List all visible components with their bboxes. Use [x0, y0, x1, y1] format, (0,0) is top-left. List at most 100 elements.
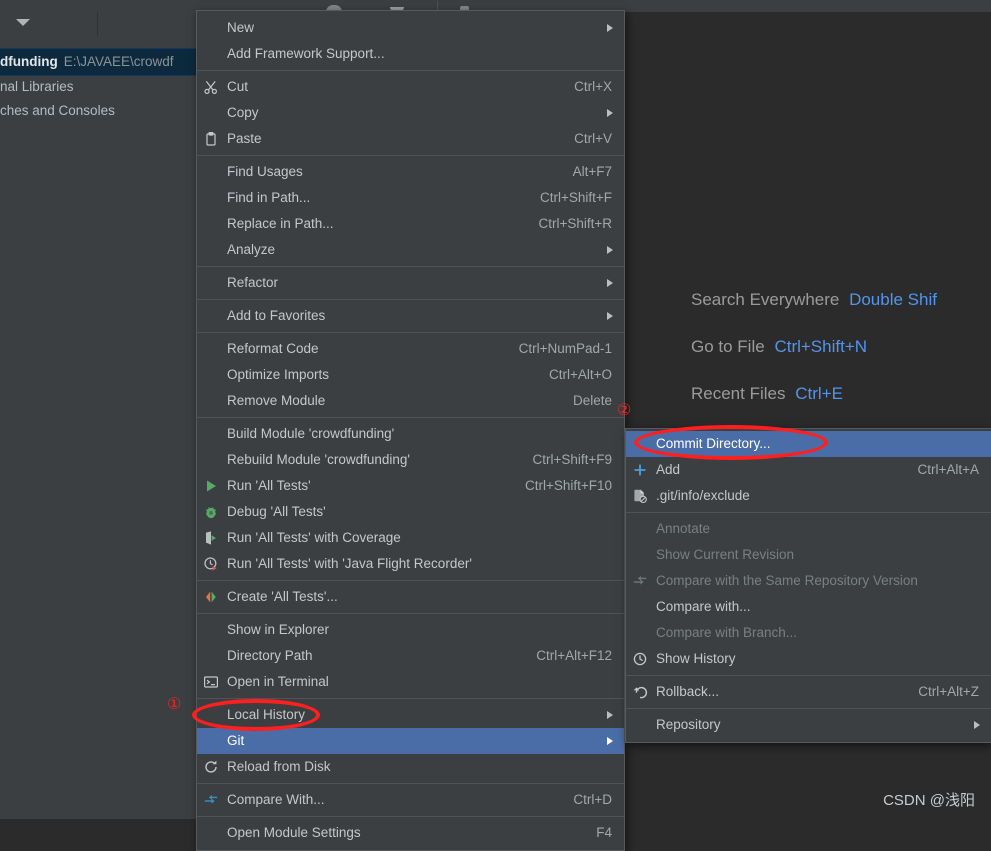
context-menu-item-shortcut: Ctrl+D: [573, 792, 612, 807]
git-submenu-item-git-info-exclude[interactable]: .git/info/exclude: [626, 483, 991, 509]
context-menu-item-add-framework-support[interactable]: Add Framework Support...: [197, 41, 624, 67]
context-menu-item-git[interactable]: Git: [197, 728, 624, 754]
context-menu-item-reformat-code[interactable]: Reformat Code Ctrl+NumPad-1: [197, 336, 624, 362]
context-menu-separator: [197, 417, 624, 418]
hint-search-everywhere: Search Everywhere Double Shif: [625, 276, 991, 323]
context-menu-item-analyze[interactable]: Analyze: [197, 237, 624, 263]
git-submenu-item-commit-directory[interactable]: Commit Directory...: [626, 431, 991, 457]
hint-go-to-file-key: Ctrl+Shift+N: [774, 337, 868, 356]
tree-item-module-path: E:\JAVAEE\crowdf: [63, 54, 174, 69]
git-submenu-item-add[interactable]: Add Ctrl+Alt+A: [626, 457, 991, 483]
context-menu-item-label: Debug 'All Tests': [227, 504, 326, 519]
context-menu-item-label: Open in Terminal: [227, 674, 329, 689]
context-menu-item-shortcut: Ctrl+Alt+O: [548, 367, 612, 382]
context-menu-item-label: Run 'All Tests' with Coverage: [227, 530, 401, 545]
compare-repo-icon: [632, 573, 648, 589]
context-menu-item-shortcut: Ctrl+V: [574, 131, 612, 146]
context-menu-item-compare-with[interactable]: Compare With... Ctrl+D: [197, 787, 624, 813]
create-config-icon: [203, 589, 219, 605]
context-menu-separator: [197, 266, 624, 267]
context-menu-separator: [197, 332, 624, 333]
context-menu-item-cut[interactable]: Cut Ctrl+X: [197, 74, 624, 100]
context-menu-item-create-all-tests[interactable]: Create 'All Tests'...: [197, 584, 624, 610]
context-menu-item-shortcut: Ctrl+Alt+F12: [536, 648, 612, 663]
context-menu-item-label: Remove Module: [227, 393, 326, 408]
context-menu-item-directory-path[interactable]: Directory Path Ctrl+Alt+F12: [197, 643, 624, 669]
context-menu-item-shortcut: Ctrl+Shift+F10: [524, 478, 612, 493]
chevron-right-icon: [607, 737, 613, 745]
context-menu-item-run-all-tests-with-java-flight-recorder[interactable]: Run 'All Tests' with 'Java Flight Record…: [197, 551, 624, 577]
git-submenu-item-repository[interactable]: Repository: [626, 712, 991, 738]
context-menu-item-open-in-terminal[interactable]: Open in Terminal: [197, 669, 624, 695]
context-menu[interactable]: New Add Framework Support... Cut Ctrl+X Copy…: [196, 10, 625, 851]
hint-search-everywhere-key: Double Shif: [849, 290, 937, 309]
context-menu-item-debug-all-tests[interactable]: Debug 'All Tests': [197, 499, 624, 525]
context-menu-item-optimize-imports[interactable]: Optimize Imports Ctrl+Alt+O: [197, 362, 624, 388]
context-menu-separator: [197, 299, 624, 300]
context-menu-item-rebuild-module-crowdfunding[interactable]: Rebuild Module 'crowdfunding' Ctrl+Shift+…: [197, 447, 624, 473]
context-menu-item-label: Analyze: [227, 242, 276, 257]
context-menu-item-label: Copy: [227, 105, 259, 120]
context-menu-item-label: Show in Explorer: [227, 622, 330, 637]
context-menu-item-find-usages[interactable]: Find Usages Alt+F7: [197, 159, 624, 185]
git-submenu-item-label: Compare with the Same Repository Version: [656, 573, 918, 588]
context-menu-item-shortcut: Ctrl+X: [574, 79, 612, 94]
clipboard-icon: [203, 131, 219, 147]
context-menu-item-build-module-crowdfunding[interactable]: Build Module 'crowdfunding': [197, 421, 624, 447]
context-menu-item-run-all-tests[interactable]: Run 'All Tests' Ctrl+Shift+F10: [197, 473, 624, 499]
git-submenu-item-label: Compare with...: [656, 599, 751, 614]
context-menu-item-local-history[interactable]: Local History: [197, 702, 624, 728]
context-menu-item-replace-in-path[interactable]: Replace in Path... Ctrl+Shift+R: [197, 211, 624, 237]
context-menu-item-reload-from-disk[interactable]: Reload from Disk: [197, 754, 624, 780]
project-toolbar-row[interactable]: [0, 12, 196, 36]
context-menu-item-paste[interactable]: Paste Ctrl+V: [197, 126, 624, 152]
reload-icon: [203, 759, 219, 775]
git-submenu-item-label: Add: [656, 462, 681, 477]
chevron-down-icon[interactable]: [16, 19, 30, 26]
annotation-marker-one: ①: [167, 696, 182, 713]
context-menu-item-label: Run 'All Tests' with 'Java Flight Record…: [227, 556, 472, 571]
git-submenu-item-rollback[interactable]: Rollback... Ctrl+Alt+Z: [626, 679, 991, 705]
git-submenu-item-compare-with[interactable]: Compare with...: [626, 594, 991, 620]
plus-icon: [632, 462, 648, 478]
context-menu-separator: [197, 698, 624, 699]
context-menu-item-refactor[interactable]: Refactor: [197, 270, 624, 296]
git-submenu-item-show-current-revision: Show Current Revision: [626, 542, 991, 568]
compare-icon: [203, 792, 219, 808]
context-menu-item-remove-module[interactable]: Remove Module Delete: [197, 388, 624, 414]
tree-item-external-libraries[interactable]: nal Libraries: [0, 74, 196, 100]
git-submenu-item-shortcut: Ctrl+Alt+A: [917, 462, 979, 477]
git-submenu-item-show-history[interactable]: Show History: [626, 646, 991, 672]
context-menu-item-shortcut: Delete: [572, 393, 612, 408]
git-submenu-separator: [626, 675, 991, 676]
context-menu-item-label: Replace in Path...: [227, 216, 334, 231]
coverage-icon: [203, 530, 219, 546]
chevron-right-icon: [607, 109, 613, 117]
context-menu-item-run-all-tests-with-coverage[interactable]: Run 'All Tests' with Coverage: [197, 525, 624, 551]
git-submenu-item-annotate: Annotate: [626, 516, 991, 542]
toolbar-divider: [97, 12, 98, 36]
context-menu-item-new[interactable]: New: [197, 15, 624, 41]
tree-item-scratches-and-consoles[interactable]: ches and Consoles: [0, 98, 196, 124]
context-menu-item-open-module-settings[interactable]: Open Module Settings F4: [197, 820, 624, 846]
context-menu-item-label: Optimize Imports: [227, 367, 330, 382]
context-menu-item-add-to-favorites[interactable]: Add to Favorites: [197, 303, 624, 329]
debug-icon: [203, 504, 219, 520]
context-menu-item-label: Find in Path...: [227, 190, 311, 205]
git-submenu-item-shortcut: Ctrl+Alt+Z: [918, 684, 979, 699]
git-submenu[interactable]: Commit Directory... Add Ctrl+Alt+A .git/inf…: [625, 428, 991, 743]
context-menu-item-label: Create 'All Tests'...: [227, 589, 338, 604]
scissors-icon: [203, 79, 219, 95]
tree-item-module[interactable]: dfunding E:\JAVAEE\crowdf: [0, 48, 196, 76]
context-menu-item-show-in-explorer[interactable]: Show in Explorer: [197, 617, 624, 643]
context-menu-item-label: Add to Favorites: [227, 308, 326, 323]
rollback-icon: [632, 684, 648, 700]
context-menu-item-label: Add Framework Support...: [227, 46, 385, 61]
hint-search-everywhere-label: Search Everywhere: [691, 290, 840, 309]
context-menu-item-find-in-path[interactable]: Find in Path... Ctrl+Shift+F: [197, 185, 624, 211]
context-menu-item-copy[interactable]: Copy: [197, 100, 624, 126]
flight-recorder-icon: [203, 556, 219, 572]
git-submenu-item-compare-with-the-same-repository-version: Compare with the Same Repository Version: [626, 568, 991, 594]
git-submenu-item-label: .git/info/exclude: [656, 488, 750, 503]
git-submenu-item-label: Repository: [656, 717, 721, 732]
